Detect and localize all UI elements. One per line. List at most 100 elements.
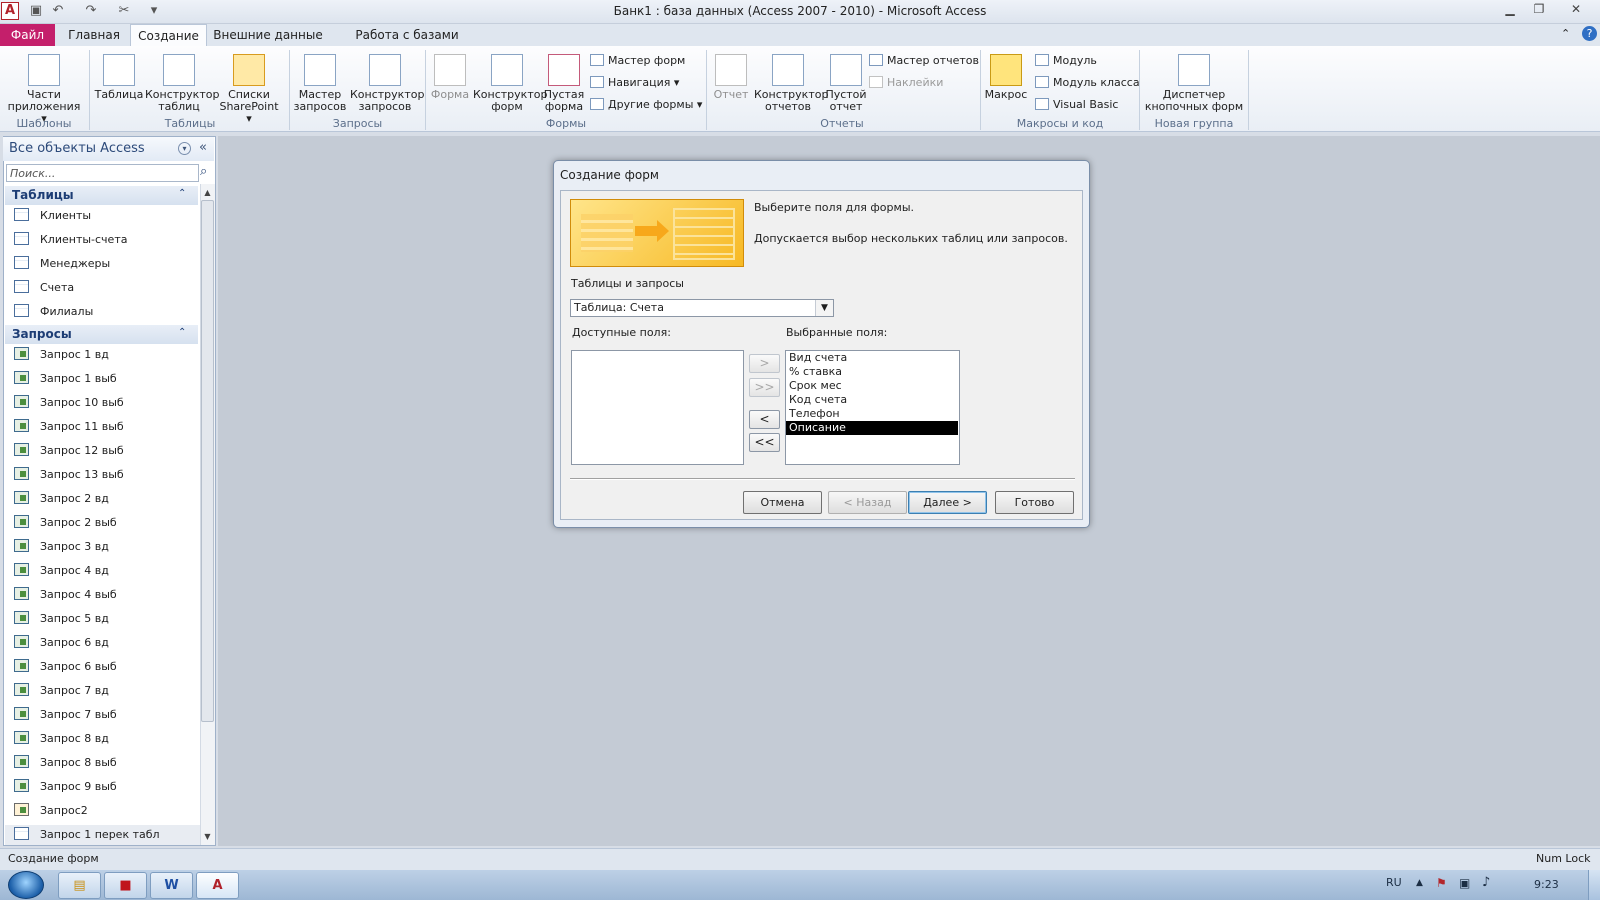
report-button[interactable]: Отчет: [710, 54, 752, 101]
finish-button[interactable]: Готово: [995, 491, 1074, 514]
search-icon[interactable]: ⌕: [200, 164, 207, 179]
application-parts-button[interactable]: Части приложения ▾: [4, 54, 84, 125]
nav-item-query[interactable]: Запрос 2 выб: [14, 513, 117, 533]
chevron-down-icon[interactable]: ▼: [815, 300, 833, 316]
nav-item-query[interactable]: Запрос 8 вд: [14, 729, 109, 749]
tab-file[interactable]: Файл: [0, 24, 55, 46]
remove-all-fields-button[interactable]: <<: [749, 433, 780, 452]
list-item[interactable]: % ставка: [786, 365, 958, 379]
back-button[interactable]: < Назад: [828, 491, 907, 514]
tab-create[interactable]: Создание: [130, 24, 207, 47]
module-button[interactable]: Модуль: [1035, 54, 1097, 68]
nav-item-query[interactable]: Запрос 9 выб: [14, 777, 117, 797]
cancel-button[interactable]: Отмена: [743, 491, 822, 514]
app-taskbar-icon[interactable]: ■: [104, 872, 147, 899]
next-button[interactable]: Далее >: [908, 491, 987, 514]
volume-icon[interactable]: ♪: [1482, 875, 1490, 890]
nav-item-query[interactable]: Запрос 1 перек табл: [5, 825, 200, 845]
nav-group-tables[interactable]: Таблицы: [5, 186, 198, 205]
table-designer-button[interactable]: Конструктор таблиц: [145, 54, 219, 113]
nav-item-query[interactable]: Запрос 6 выб: [14, 657, 117, 677]
nav-item-query[interactable]: Запрос 13 выб: [14, 465, 124, 485]
list-item[interactable]: Срок мес: [786, 379, 958, 393]
nav-item-query[interactable]: Запрос 3 вд: [14, 537, 109, 557]
nav-item-query[interactable]: Запрос 5 вд: [14, 609, 109, 629]
form-designer-button[interactable]: Конструктор форм: [473, 54, 547, 113]
network-icon[interactable]: ▣: [1459, 876, 1470, 890]
list-item[interactable]: Вид счета: [786, 351, 958, 365]
help-icon[interactable]: ?: [1582, 26, 1597, 41]
form-button[interactable]: Форма: [428, 54, 472, 101]
minimize-ribbon-icon[interactable]: ⌃: [1561, 27, 1570, 40]
clock[interactable]: 9:23: [1534, 878, 1559, 891]
nav-group-queries[interactable]: Запросы: [5, 325, 198, 344]
other-forms-button[interactable]: Другие формы ▾: [590, 98, 702, 112]
nav-item-query[interactable]: Запрос 1 вд: [14, 345, 109, 365]
language-indicator[interactable]: RU: [1386, 876, 1402, 889]
tables-queries-select[interactable]: Таблица: Счета: [570, 299, 834, 317]
collapse-group-icon[interactable]: ⌃: [178, 327, 186, 338]
nav-item-query[interactable]: Запрос2: [14, 801, 88, 821]
action-center-icon[interactable]: ⚑: [1436, 876, 1447, 890]
restore-icon[interactable]: ❐: [1525, 0, 1553, 18]
access-taskbar-icon[interactable]: A: [196, 872, 239, 899]
close-icon[interactable]: ✕: [1562, 0, 1590, 18]
nav-item-query[interactable]: Запрос 8 выб: [14, 753, 117, 773]
nav-item-query[interactable]: Запрос 4 вд: [14, 561, 109, 581]
collapse-group-icon[interactable]: ⌃: [178, 188, 186, 199]
available-fields-list[interactable]: [571, 350, 744, 465]
macro-button[interactable]: Макрос: [984, 54, 1028, 101]
blank-form-button[interactable]: Пустая форма: [543, 54, 585, 113]
sharepoint-lists-button[interactable]: Списки SharePoint ▾: [215, 54, 283, 125]
add-field-button[interactable]: >: [749, 354, 780, 373]
visual-basic-button[interactable]: Visual Basic: [1035, 98, 1118, 112]
remove-field-button[interactable]: <: [749, 410, 780, 429]
navigation-button[interactable]: Навигация ▾: [590, 76, 679, 90]
explorer-taskbar-icon[interactable]: ▤: [58, 872, 101, 899]
table-button[interactable]: Таблица: [94, 54, 144, 101]
tab-home[interactable]: Главная: [62, 24, 126, 46]
nav-menu-dropdown-icon[interactable]: ▾: [178, 142, 191, 155]
nav-item-query[interactable]: Запрос 6 вд: [14, 633, 109, 653]
query-wizard-button[interactable]: Мастер запросов: [292, 54, 348, 113]
report-wizard-button[interactable]: Мастер отчетов: [869, 54, 979, 68]
nav-item-query[interactable]: Запрос 10 выб: [14, 393, 124, 413]
nav-item-table[interactable]: Счета: [14, 278, 74, 298]
start-button[interactable]: [8, 871, 44, 899]
tab-database-tools[interactable]: Работа с базами данных: [334, 24, 480, 64]
add-all-fields-button[interactable]: >>: [749, 378, 780, 397]
tab-external-data[interactable]: Внешние данные: [213, 24, 323, 46]
show-hidden-icons-icon[interactable]: ▲: [1416, 878, 1423, 888]
list-item-selected[interactable]: Описание: [786, 421, 958, 435]
word-taskbar-icon[interactable]: W: [150, 872, 193, 899]
collapse-pane-icon[interactable]: «: [199, 140, 207, 155]
nav-item-table[interactable]: Клиенты-счета: [14, 230, 127, 250]
nav-item-query[interactable]: Запрос 4 выб: [14, 585, 117, 605]
nav-search-input[interactable]: Поиск...: [6, 164, 199, 182]
nav-item-query[interactable]: Запрос 11 выб: [14, 417, 124, 437]
scroll-down-icon[interactable]: ▼: [201, 830, 214, 844]
nav-item-query[interactable]: Запрос 7 вд: [14, 681, 109, 701]
nav-item-query[interactable]: Запрос 2 вд: [14, 489, 109, 509]
minimize-icon[interactable]: ▁: [1496, 0, 1524, 18]
form-wizard-button[interactable]: Мастер форм: [590, 54, 685, 68]
list-item[interactable]: Телефон: [786, 407, 958, 421]
nav-item-table[interactable]: Клиенты: [14, 206, 91, 226]
report-designer-button[interactable]: Конструктор отчетов: [754, 54, 828, 113]
scroll-up-icon[interactable]: ▲: [201, 186, 214, 200]
class-module-button[interactable]: Модуль класса: [1035, 76, 1140, 90]
blank-report-button[interactable]: Пустой отчет: [823, 54, 869, 113]
nav-item-table[interactable]: Менеджеры: [14, 254, 110, 274]
nav-item-query[interactable]: Запрос 1 выб: [14, 369, 117, 389]
nav-pane-title[interactable]: Все объекты Access: [9, 141, 145, 156]
switchboard-manager-button[interactable]: Диспетчер кнопочных форм: [1142, 54, 1246, 113]
query-designer-button[interactable]: Конструктор запросов: [350, 54, 424, 113]
nav-item-table[interactable]: Филиалы: [14, 302, 93, 322]
nav-item-query[interactable]: Запрос 12 выб: [14, 441, 124, 461]
list-item[interactable]: Код счета: [786, 393, 958, 407]
nav-item-query[interactable]: Запрос 7 выб: [14, 705, 117, 725]
labels-button[interactable]: Наклейки: [869, 76, 943, 90]
form-icon: [434, 54, 466, 86]
scroll-thumb[interactable]: [201, 200, 214, 722]
show-desktop-button[interactable]: [1588, 870, 1600, 900]
